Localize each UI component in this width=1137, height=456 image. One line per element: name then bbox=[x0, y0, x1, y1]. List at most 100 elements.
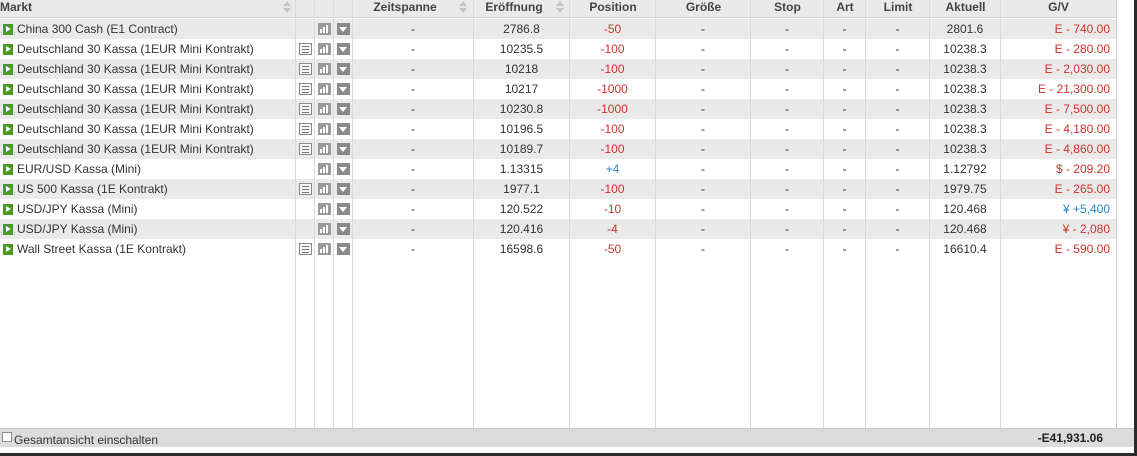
play-icon[interactable] bbox=[3, 164, 13, 175]
market-name[interactable]: EUR/USD Kassa (Mini) bbox=[17, 159, 295, 179]
market-name[interactable]: Deutschland 30 Kassa (1EUR Mini Kontrakt… bbox=[17, 59, 295, 79]
news-icon[interactable] bbox=[299, 63, 312, 75]
cell-aktuell: 10238.3 bbox=[943, 142, 987, 156]
table-row[interactable]: Deutschland 30 Kassa (1EUR Mini Kontrakt… bbox=[0, 39, 1116, 59]
play-icon[interactable] bbox=[3, 44, 13, 55]
col-art[interactable]: Art bbox=[824, 0, 866, 18]
dropdown-icon[interactable] bbox=[337, 163, 350, 175]
market-name[interactable]: Deutschland 30 Kassa (1EUR Mini Kontrakt… bbox=[17, 99, 295, 119]
column-divider bbox=[352, 0, 353, 428]
cell-eroeffnung: 10230.8 bbox=[499, 102, 544, 116]
chart-icon[interactable] bbox=[318, 63, 331, 75]
col-limit[interactable]: Limit bbox=[866, 0, 930, 18]
news-icon[interactable] bbox=[299, 103, 312, 115]
news-icon[interactable] bbox=[299, 183, 312, 195]
chart-icon[interactable] bbox=[318, 223, 331, 235]
dropdown-icon[interactable] bbox=[337, 243, 350, 255]
cell-position: -100 bbox=[600, 122, 625, 136]
cell-aktuell: 120.468 bbox=[943, 202, 987, 216]
market-name[interactable]: Deutschland 30 Kassa (1EUR Mini Kontrakt… bbox=[17, 119, 295, 139]
table-row[interactable]: Deutschland 30 Kassa (1EUR Mini Kontrakt… bbox=[0, 119, 1116, 139]
play-icon[interactable] bbox=[3, 184, 13, 195]
table-row[interactable]: USD/JPY Kassa (Mini) - 120.416 -4 - - - - 120.46… bbox=[0, 219, 1116, 239]
cell-stop: - bbox=[785, 162, 789, 176]
play-icon[interactable] bbox=[3, 124, 13, 135]
play-icon[interactable] bbox=[3, 244, 13, 255]
overview-checkbox[interactable] bbox=[2, 432, 12, 442]
market-name[interactable]: China 300 Cash (E1 Contract) bbox=[17, 19, 295, 39]
table-row[interactable]: EUR/USD Kassa (Mini) - 1.13315 +4 - - - - 1.1279… bbox=[0, 159, 1116, 179]
play-icon[interactable] bbox=[3, 64, 13, 75]
dropdown-icon[interactable] bbox=[337, 223, 350, 235]
chart-icon[interactable] bbox=[318, 43, 331, 55]
table-row[interactable]: Deutschland 30 Kassa (1EUR Mini Kontrakt… bbox=[0, 99, 1116, 119]
col-stop[interactable]: Stop bbox=[751, 0, 824, 18]
col-groesse[interactable]: Größe bbox=[656, 0, 751, 18]
play-icon[interactable] bbox=[3, 224, 13, 235]
overview-label[interactable]: Gesamtansicht einschalten bbox=[14, 433, 158, 447]
play-icon[interactable] bbox=[3, 144, 13, 155]
chart-icon[interactable] bbox=[318, 183, 331, 195]
market-name[interactable]: Deutschland 30 Kassa (1EUR Mini Kontrakt… bbox=[17, 39, 295, 59]
news-icon[interactable] bbox=[299, 243, 312, 255]
chart-icon[interactable] bbox=[318, 103, 331, 115]
col-position[interactable]: Position bbox=[570, 0, 656, 18]
table-row[interactable]: Deutschland 30 Kassa (1EUR Mini Kontrakt… bbox=[0, 139, 1116, 159]
col-aktuell[interactable]: Aktuell bbox=[930, 0, 1001, 18]
play-icon[interactable] bbox=[3, 104, 13, 115]
chart-icon[interactable] bbox=[318, 23, 331, 35]
market-name[interactable]: Deutschland 30 Kassa (1EUR Mini Kontrakt… bbox=[17, 139, 295, 159]
dropdown-icon[interactable] bbox=[337, 103, 350, 115]
sort-zeitspanne-icon[interactable] bbox=[459, 1, 467, 15]
market-name[interactable]: Deutschland 30 Kassa (1EUR Mini Kontrakt… bbox=[17, 79, 295, 99]
cell-stop: - bbox=[785, 142, 789, 156]
table-row[interactable]: Wall Street Kassa (1E Kontrakt) - 16598.6 -… bbox=[0, 239, 1116, 259]
dropdown-icon[interactable] bbox=[337, 83, 350, 95]
column-divider bbox=[655, 0, 656, 428]
chart-icon[interactable] bbox=[318, 143, 331, 155]
market-name[interactable]: USD/JPY Kassa (Mini) bbox=[17, 219, 295, 239]
chart-icon[interactable] bbox=[318, 123, 331, 135]
market-name[interactable]: USD/JPY Kassa (Mini) bbox=[17, 199, 295, 219]
cell-art: - bbox=[842, 22, 847, 36]
cell-stop: - bbox=[785, 182, 789, 196]
market-name[interactable]: Wall Street Kassa (1E Kontrakt) bbox=[17, 239, 295, 259]
sort-eroeffnung-icon[interactable] bbox=[556, 1, 564, 15]
chart-icon[interactable] bbox=[318, 243, 331, 255]
news-icon[interactable] bbox=[299, 143, 312, 155]
dropdown-icon[interactable] bbox=[337, 203, 350, 215]
cell-position: -1000 bbox=[597, 82, 628, 96]
col-markt[interactable]: Markt bbox=[0, 0, 280, 18]
cell-groesse: - bbox=[701, 102, 705, 116]
dropdown-icon[interactable] bbox=[337, 43, 350, 55]
chart-icon[interactable] bbox=[318, 163, 331, 175]
col-gv[interactable]: G/V bbox=[1001, 0, 1116, 18]
dropdown-icon[interactable] bbox=[337, 63, 350, 75]
table-row[interactable]: Deutschland 30 Kassa (1EUR Mini Kontrakt… bbox=[0, 59, 1116, 79]
chart-icon[interactable] bbox=[318, 203, 331, 215]
cell-aktuell: 16610.4 bbox=[943, 242, 987, 256]
sort-markt-icon[interactable] bbox=[283, 1, 291, 15]
dropdown-icon[interactable] bbox=[337, 23, 350, 35]
cell-stop: - bbox=[785, 242, 789, 256]
table-row[interactable]: USD/JPY Kassa (Mini) - 120.522 -10 - - - - 120.4… bbox=[0, 199, 1116, 219]
play-icon[interactable] bbox=[3, 24, 13, 35]
dropdown-icon[interactable] bbox=[337, 123, 350, 135]
table-row[interactable]: Deutschland 30 Kassa (1EUR Mini Kontrakt… bbox=[0, 79, 1116, 99]
news-icon[interactable] bbox=[299, 83, 312, 95]
market-name[interactable]: US 500 Kassa (1E Kontrakt) bbox=[17, 179, 295, 199]
news-icon[interactable] bbox=[299, 123, 312, 135]
cell-position: -100 bbox=[600, 42, 625, 56]
news-icon[interactable] bbox=[299, 43, 312, 55]
table-row[interactable]: China 300 Cash (E1 Contract) - 2786.8 -50 - -… bbox=[0, 19, 1116, 39]
chart-icon[interactable] bbox=[318, 83, 331, 95]
play-icon[interactable] bbox=[3, 204, 13, 215]
col-zeitspanne[interactable]: Zeitspanne bbox=[353, 0, 457, 18]
play-icon[interactable] bbox=[3, 84, 13, 95]
cell-eroeffnung: 2786.8 bbox=[503, 22, 540, 36]
dropdown-icon[interactable] bbox=[337, 183, 350, 195]
dropdown-icon[interactable] bbox=[337, 143, 350, 155]
cell-art: - bbox=[842, 122, 847, 136]
table-row[interactable]: US 500 Kassa (1E Kontrakt) - 1977.1 -100 - - -… bbox=[0, 179, 1116, 199]
col-eroeffnung[interactable]: Eröffnung bbox=[474, 0, 554, 18]
